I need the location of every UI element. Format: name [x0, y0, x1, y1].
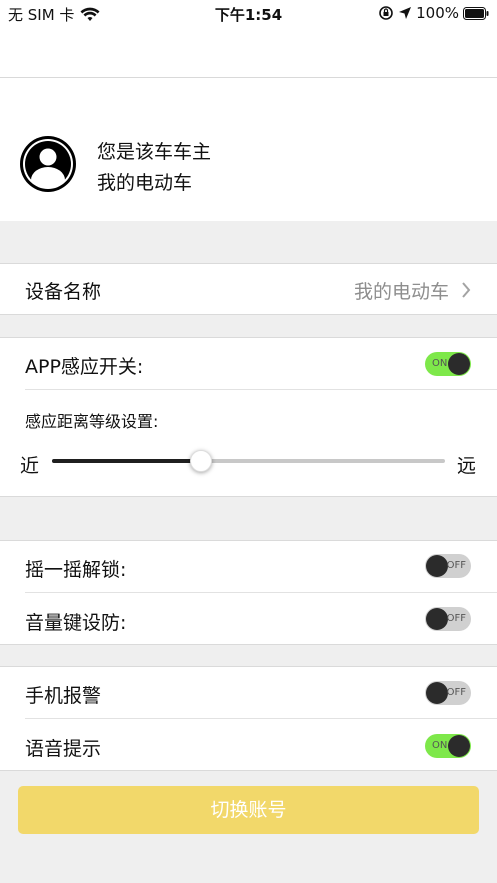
divider [0, 644, 497, 645]
volume-arm-label: 音量键设防: [25, 612, 127, 634]
device-name-value: 我的电动车 [353, 281, 449, 303]
divider [0, 770, 497, 771]
app-sensor-label: APP感应开关: [25, 356, 144, 378]
divider [0, 496, 497, 497]
toggle-knob [426, 608, 448, 630]
chevron-right-icon [462, 282, 471, 298]
car-name: 我的电动车 [97, 172, 193, 194]
distance-level-label: 感应距离等级设置: [25, 412, 159, 431]
toggle-state-text: ON [432, 358, 448, 369]
avatar-icon [20, 136, 76, 192]
app-sensor-toggle[interactable]: ON [425, 352, 471, 376]
alert-group: 手机报警 OFF 语音提示 ON [0, 666, 497, 771]
toggle-state-text: OFF [446, 613, 466, 624]
rotation-lock-icon [379, 6, 393, 20]
toggle-state-text: OFF [446, 560, 466, 571]
shake-unlock-label: 摇一摇解锁: [25, 559, 127, 581]
toggle-knob [426, 555, 448, 577]
divider [25, 592, 497, 593]
owner-text: 您是该车车主 [97, 141, 212, 163]
voice-prompt-toggle[interactable]: ON [425, 734, 471, 758]
toggle-knob [426, 682, 448, 704]
volume-arm-toggle[interactable]: OFF [425, 607, 471, 631]
battery-percent: 100% [416, 4, 459, 22]
divider [0, 540, 497, 541]
status-bar: 无 SIM 卡 下午1:54 100% [0, 0, 497, 26]
distance-near-label: 近 [20, 455, 40, 477]
toggle-knob [448, 353, 470, 375]
distance-far-label: 远 [457, 455, 477, 477]
status-right: 100% [378, 4, 489, 22]
distance-slider-fill [52, 459, 202, 463]
profile-section: 您是该车车主 我的电动车 [0, 78, 497, 221]
divider [25, 718, 497, 719]
switch-account-button[interactable]: 切换账号 [18, 786, 479, 834]
shake-unlock-toggle[interactable]: OFF [425, 554, 471, 578]
location-arrow-icon [399, 7, 412, 19]
divider [0, 666, 497, 667]
divider [0, 337, 497, 338]
security-group: 摇一摇解锁: OFF 音量键设防: OFF [0, 540, 497, 645]
device-name-row[interactable]: 设备名称 我的电动车 [0, 263, 497, 315]
divider [0, 263, 497, 264]
voice-prompt-label: 语音提示 [25, 738, 102, 760]
phone-alarm-toggle[interactable]: OFF [425, 681, 471, 705]
battery-icon [463, 6, 489, 20]
navigation-bar [0, 26, 497, 78]
device-name-label: 设备名称 [25, 281, 102, 303]
sensor-group: APP感应开关: ON 感应距离等级设置: 近 远 [0, 337, 497, 497]
toggle-knob [448, 735, 470, 757]
divider [25, 389, 497, 390]
phone-alarm-label: 手机报警 [25, 685, 102, 707]
toggle-state-text: OFF [446, 687, 466, 698]
toggle-state-text: ON [432, 740, 448, 751]
divider [0, 314, 497, 315]
